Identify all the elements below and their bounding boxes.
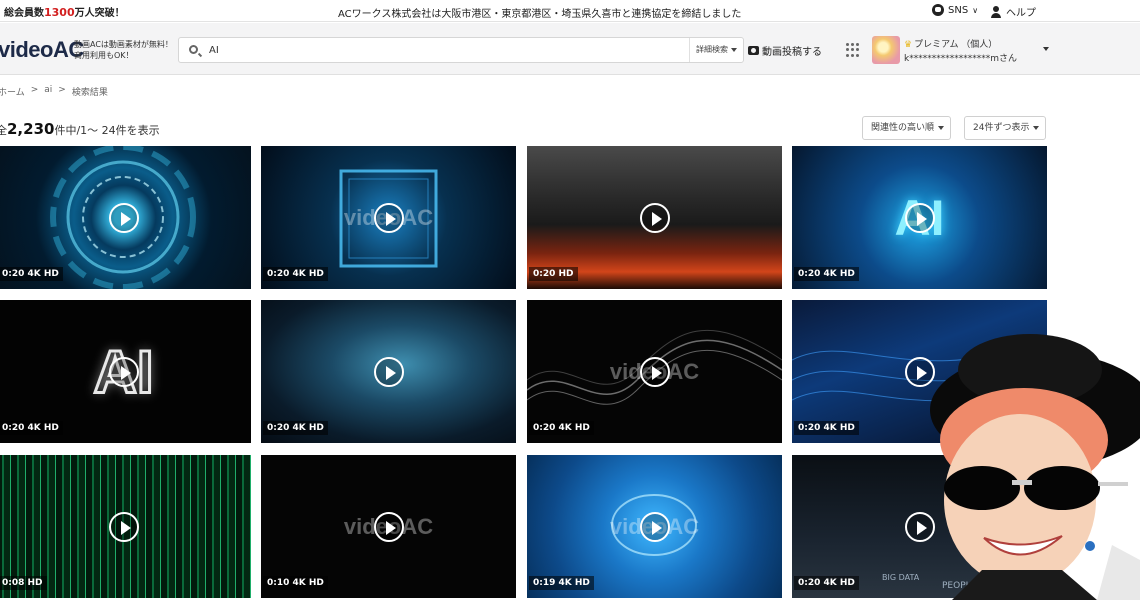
duration-badge: 0:08 HD (0, 576, 47, 590)
video-thumbnail[interactable]: 0:20 HD (527, 146, 782, 289)
chevron-down-icon: ∨ (972, 5, 979, 15)
caret-down-icon (731, 48, 737, 52)
tagline: 動画ACは動画素材が無料！ 商用利用もOK！ (74, 40, 173, 60)
per-page-dropdown[interactable]: 24件ずつ表示 (964, 116, 1047, 140)
user-menu-caret-icon[interactable] (1043, 47, 1049, 51)
duration-badge: 0:10 4K HD (263, 576, 328, 590)
apps-grid-icon[interactable] (846, 43, 860, 57)
caret-down-icon (1033, 126, 1040, 130)
search-icon[interactable] (189, 45, 198, 54)
video-thumbnail[interactable]: videoAC 0:10 4K HD (261, 455, 516, 598)
play-icon[interactable] (373, 202, 404, 233)
video-thumbnail[interactable]: videoAC 0:19 4K HD (527, 455, 782, 598)
duration-badge: 0:20 4K HD (794, 267, 859, 281)
video-thumbnail[interactable]: 0:20 4K HD (0, 146, 251, 289)
avatar[interactable] (872, 36, 900, 64)
news-link[interactable]: ACワークス株式会社は大阪市港区・東京都港区・埼玉県久喜市と連携協定を締結しまし… (338, 5, 741, 20)
upload-video-button[interactable]: 動画投稿する (748, 43, 822, 58)
video-thumbnail[interactable]: 0:20 4K HD (261, 300, 516, 443)
play-icon[interactable] (904, 202, 935, 233)
sns-menu[interactable]: SNS ∨ (932, 4, 978, 16)
video-thumbnail[interactable]: videoAC 0:20 4K HD (261, 146, 516, 289)
play-icon[interactable] (373, 356, 404, 387)
duration-badge: 0:20 4K HD (0, 267, 63, 281)
duration-badge: 0:20 4K HD (794, 421, 859, 435)
duration-badge: 0:20 4K HD (529, 421, 594, 435)
search-bar: 詳細検索 (178, 37, 744, 63)
play-icon[interactable] (639, 511, 670, 542)
duration-badge: 0:20 HD (529, 267, 578, 281)
mascot-character (930, 334, 1140, 600)
duration-badge: 0:20 4K HD (794, 576, 859, 590)
play-icon[interactable] (639, 202, 670, 233)
play-icon[interactable] (373, 511, 404, 542)
breadcrumb-separator: > (30, 85, 39, 95)
breadcrumb-home[interactable]: ホーム (0, 85, 25, 98)
video-thumbnail[interactable]: 0:08 HD (0, 455, 251, 598)
camera-icon (748, 46, 759, 55)
breadcrumb-separator: > (58, 85, 66, 95)
chat-icon (932, 4, 944, 16)
help-link[interactable]: ヘルプ (990, 4, 1036, 19)
advanced-search-button[interactable]: 詳細検索 (689, 38, 743, 62)
play-icon[interactable] (108, 356, 139, 387)
sort-dropdown[interactable]: 関連性の高い順 (862, 116, 952, 140)
sns-label: SNS (948, 4, 969, 16)
help-label: ヘルプ (1006, 8, 1036, 19)
duration-badge: 0:19 4K HD (529, 576, 594, 590)
breadcrumb: ホーム > ai > 検索結果 (0, 85, 108, 98)
site-header: videoAC 動画ACは動画素材が無料！ 商用利用もOK！ 詳細検索 動画投稿… (0, 23, 1140, 75)
play-icon[interactable] (108, 202, 139, 233)
duration-badge: 0:20 4K HD (263, 267, 328, 281)
crown-icon: ♛ (904, 40, 913, 50)
announcement-bar: 総会員数1300万人突破！ ACワークス株式会社は大阪市港区・東京都港区・埼玉県… (0, 0, 1140, 22)
plan-badge: ♛ プレミアム （個人） (904, 40, 998, 50)
breadcrumb-current: 検索結果 (71, 88, 108, 98)
logo[interactable]: videoAC (0, 37, 84, 63)
username[interactable]: k******************mさん (904, 51, 1017, 64)
member-count: 総会員数1300万人突破！ (4, 6, 125, 19)
video-thumbnail[interactable]: AI 0:20 4K HD (0, 300, 251, 443)
search-input[interactable] (209, 42, 709, 58)
play-icon[interactable] (639, 356, 670, 387)
breadcrumb-keyword[interactable]: ai (44, 85, 52, 98)
video-thumbnail[interactable]: AI 0:20 4K HD (792, 146, 1047, 289)
video-thumbnail[interactable]: videoAC 0:20 4K HD (527, 300, 782, 443)
result-count: 全2,230件中/1～ 24件を表示 (0, 120, 160, 138)
play-icon[interactable] (108, 511, 139, 542)
duration-badge: 0:20 4K HD (0, 421, 63, 435)
user-icon (990, 5, 1002, 18)
caret-down-icon (938, 126, 945, 130)
duration-badge: 0:20 4K HD (263, 421, 328, 435)
